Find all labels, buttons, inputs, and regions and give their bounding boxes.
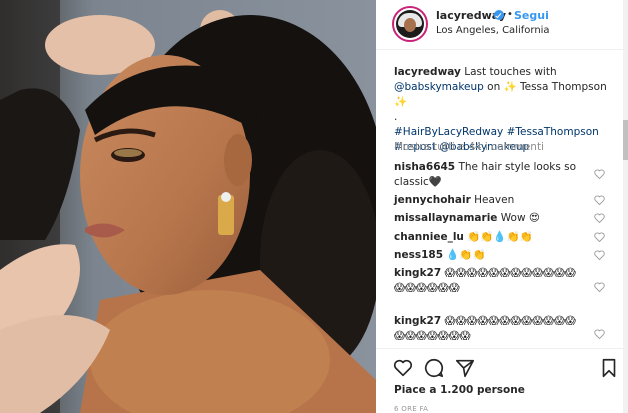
follow-button[interactable]: Segui [514,9,549,22]
bookmark-icon[interactable] [598,357,620,379]
comment-like-heart-icon[interactable] [594,195,605,205]
caption-text-1: Last touches with [464,66,557,78]
comment-text: Heaven [474,194,515,206]
location-link[interactable]: Los Angeles, California [436,25,550,36]
comment-like-heart-icon[interactable] [594,329,605,339]
caption-hashtag-1[interactable]: #HairByLacyRedway [394,126,503,138]
comments-section[interactable]: lacyredway Last touches with @babskymake… [376,56,628,348]
post-side-panel: lacyredway • Segui Los Angeles, Californ… [376,0,628,413]
avatar-image [396,10,424,38]
caption-mention-1[interactable]: @babskymakeup [394,81,484,93]
post-actions: Piace a 1.200 persone 6 ORE FA [376,348,628,413]
comment-text: 💧👏👏 [446,249,486,261]
header-separator: • [507,9,513,20]
comment-item: kingk27 😱😱😱😱😱😱😱😱😱😱😱😱😱😱😱😱😱😱😱 [394,314,584,344]
comment-like-heart-icon[interactable] [594,282,605,292]
heart-icon[interactable] [392,357,414,379]
share-icon[interactable] [454,357,476,379]
comment-like-heart-icon[interactable] [594,169,605,179]
comment-username[interactable]: missallaynamarie [394,212,497,224]
comment-item: jennychohair Heaven [394,193,594,208]
post-timestamp: 6 ORE FA [394,405,429,413]
comment-text: Wow 😍 [500,212,540,224]
comment-username[interactable]: channiee_lu [394,231,464,243]
likes-count[interactable]: Piace a 1.200 persone [394,384,525,396]
verified-badge-icon [494,10,504,20]
comment-username[interactable]: kingk27 [394,267,441,279]
comment-username[interactable]: nisha6645 [394,161,455,173]
view-all-comments-link[interactable]: Mostra tutti e 44 i commenti [394,141,544,153]
portrait-image [0,0,376,413]
comment-username[interactable]: ness185 [394,249,443,261]
comment-item: nisha6645 The hair style looks so classi… [394,160,594,190]
comment-item: kingk27 😱😱😱😱😱😱😱😱😱😱😱😱😱😱😱😱😱😱 [394,266,584,296]
comment-username[interactable]: jennychohair [394,194,471,206]
comment-item: channiee_lu 👏👏💧👏👏 [394,230,594,245]
caption-text-3: . [394,111,398,123]
avatar[interactable] [392,6,428,42]
comment-text: 👏👏💧👏👏 [467,231,533,243]
post-photo[interactable] [0,0,376,413]
comment-like-heart-icon[interactable] [594,232,605,242]
comment-like-heart-icon[interactable] [594,250,605,260]
caption-hashtag-2[interactable]: #TessaThompson [507,126,599,138]
page-scrollbar[interactable] [623,0,628,413]
page-scrollbar-thumb[interactable] [623,120,628,160]
comment-item: ness185 💧👏👏 [394,248,594,263]
post-header: lacyredway • Segui Los Angeles, Californ… [376,0,628,50]
avatar-face [404,18,416,32]
caption-username[interactable]: lacyredway [394,66,461,78]
comment-icon[interactable] [423,357,445,379]
comment-username[interactable]: kingk27 [394,315,441,327]
comment-like-heart-icon[interactable] [594,213,605,223]
comment-item: missallaynamarie Wow 😍 [394,211,594,226]
